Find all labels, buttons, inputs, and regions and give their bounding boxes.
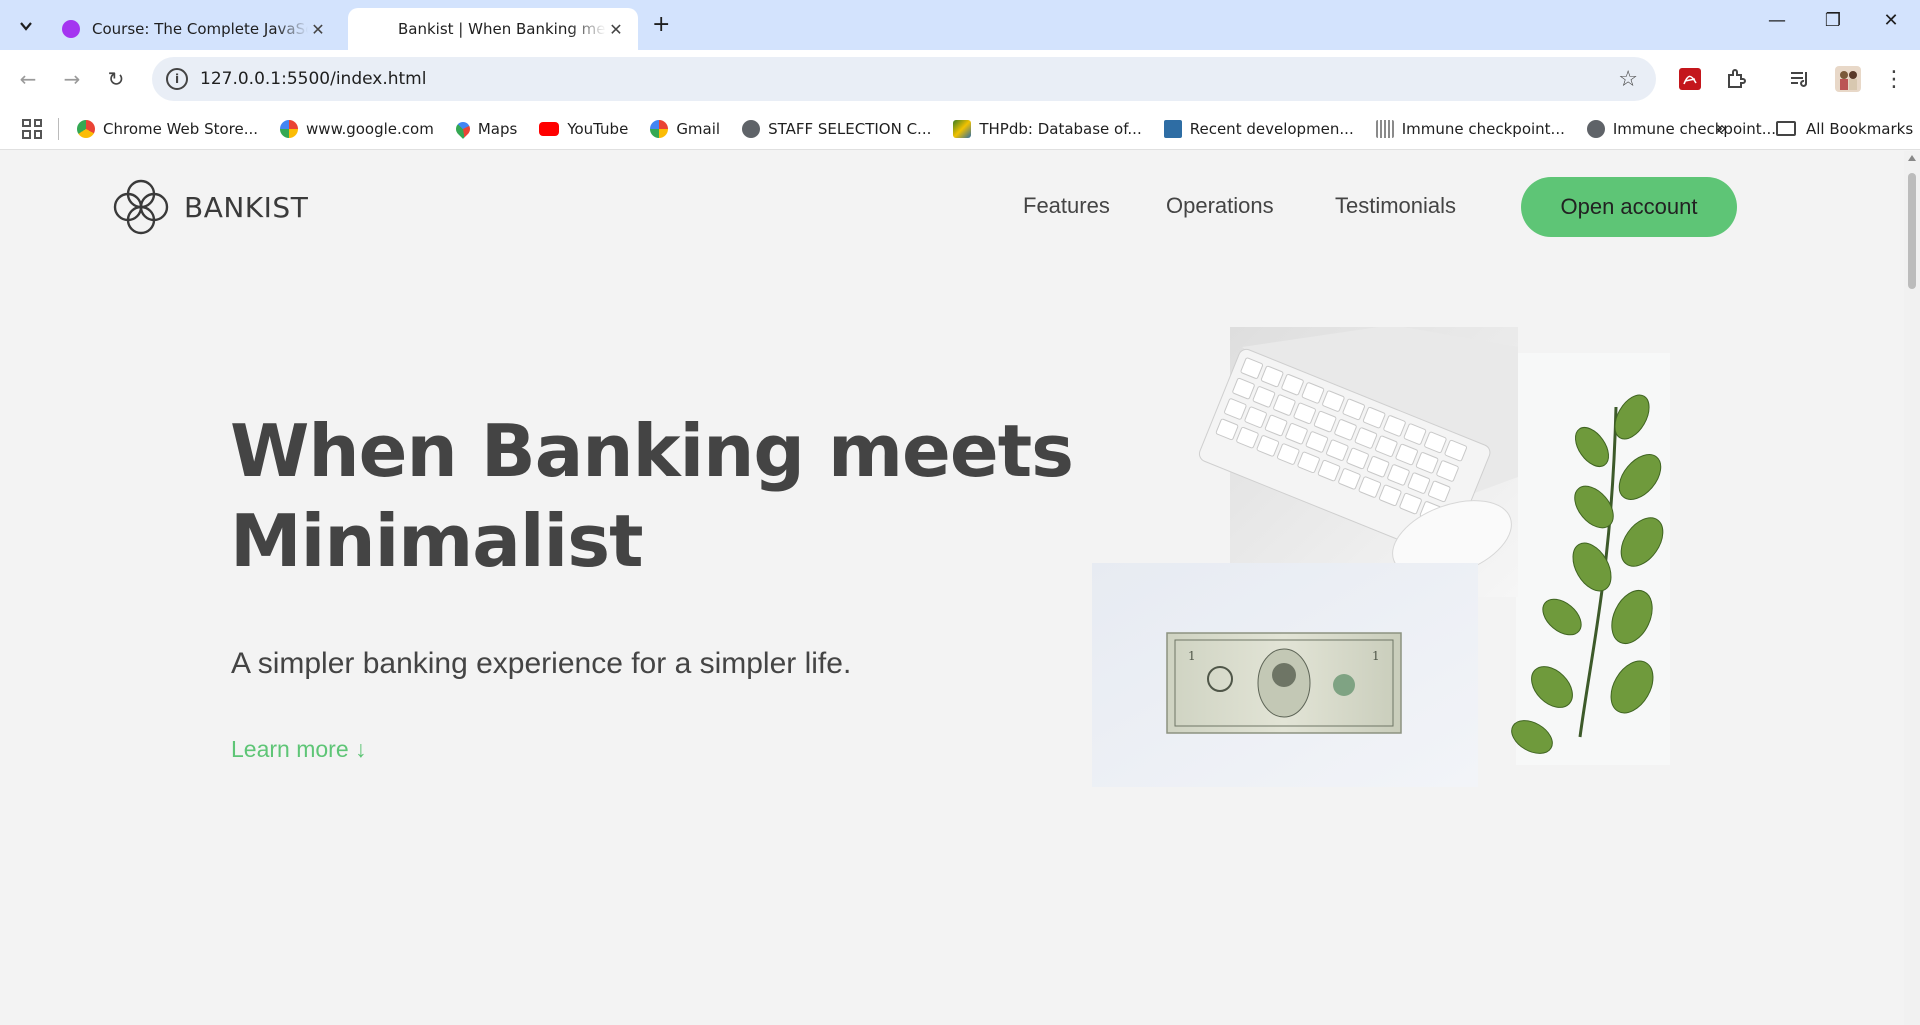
brand-name: BANKIST	[184, 190, 309, 224]
bookmark-maps[interactable]: Maps	[452, 118, 517, 139]
page-viewport: BANKIST Features Operations Testimonials…	[0, 151, 1904, 1025]
plant-photo	[1511, 353, 1670, 765]
close-window-icon[interactable]: ✕	[1868, 10, 1914, 31]
bill-corner-1: 1	[1188, 649, 1196, 663]
reload-icon[interactable]: ↻	[101, 64, 131, 94]
keyboard-photo	[1198, 327, 1518, 597]
chrome-web-store-icon	[77, 119, 95, 138]
apps-grid-icon[interactable]	[22, 118, 42, 139]
nav-link-features[interactable]: Features	[1023, 193, 1110, 219]
hero-subtitle: A simpler banking experience for a simpl…	[231, 647, 852, 680]
hero-illustration: 1 1	[1092, 327, 1670, 787]
hero-word: When	[230, 409, 458, 493]
dollar-photo: 1 1	[1092, 563, 1478, 787]
bookmark-youtube[interactable]: YouTube	[539, 120, 628, 138]
tab-title: Course: The Complete JavaScript	[92, 20, 308, 38]
bookmark-recent-developments[interactable]: Recent developmen...	[1163, 119, 1354, 138]
divider	[58, 117, 59, 140]
all-bookmarks-button[interactable]: All Bookmarks	[1776, 120, 1913, 138]
tab-strip: Course: The Complete JavaScript ✕ Bankis…	[0, 0, 1920, 50]
url-text[interactable]: 127.0.0.1:5500/index.html	[200, 69, 1618, 89]
bookmark-star-icon[interactable]: ☆	[1618, 67, 1638, 92]
bookmark-gmail[interactable]: Gmail	[650, 119, 720, 138]
browser-toolbar: ← → ↻ i 127.0.0.1:5500/index.html ☆ ⋮	[0, 50, 1920, 108]
google-icon	[280, 119, 299, 138]
page-scrollbar[interactable]	[1904, 151, 1920, 1025]
bankist-logo[interactable]: BANKIST	[112, 178, 308, 236]
open-account-button[interactable]: Open account	[1521, 177, 1737, 237]
close-tab-icon[interactable]: ✕	[308, 20, 328, 39]
media-controls-icon[interactable]	[1786, 65, 1814, 93]
scrollbar-thumb[interactable]	[1908, 173, 1916, 289]
restore-icon[interactable]: ❐	[1810, 10, 1856, 31]
pdf-extension-icon[interactable]	[1676, 65, 1704, 93]
tab-course[interactable]: Course: The Complete JavaScript ✕	[50, 8, 340, 50]
tab-search-button[interactable]	[12, 12, 40, 40]
ncbi-icon	[1375, 119, 1394, 138]
learn-more-link[interactable]: Learn more ↓	[231, 736, 367, 763]
tab-bankist[interactable]: Bankist | When Banking meets Minimalist …	[348, 8, 638, 50]
maps-icon	[452, 118, 473, 139]
bookmark-google[interactable]: www.google.com	[280, 119, 434, 138]
tab-title: Bankist | When Banking meets Minimalist	[398, 20, 606, 38]
hero-word: meets	[828, 409, 1074, 493]
chevron-down-icon	[20, 22, 32, 31]
globe-icon	[1586, 119, 1605, 138]
back-icon[interactable]: ←	[13, 64, 43, 94]
bookmark-staff-selection[interactable]: STAFF SELECTION C...	[742, 119, 931, 138]
bookmark-immune-checkpoint-1[interactable]: Immune checkpoint...	[1375, 119, 1565, 138]
bookmark-immune-checkpoint-2[interactable]: Immune checkpoint...	[1586, 119, 1776, 138]
folder-icon	[1776, 121, 1796, 136]
more-bookmarks-icon[interactable]: »	[1716, 118, 1727, 139]
new-tab-icon[interactable]: +	[652, 12, 670, 37]
profile-avatar[interactable]	[1834, 65, 1862, 93]
hero-title: When Banking meets Minimalist	[230, 406, 1074, 586]
address-bar[interactable]: i 127.0.0.1:5500/index.html ☆	[152, 57, 1656, 101]
bookmarks-bar: Chrome Web Store... www.google.com Maps …	[0, 108, 1920, 150]
hero-highlight-banking: Banking	[481, 406, 805, 496]
globe-icon	[742, 119, 761, 138]
bookmark-thpdb[interactable]: THPdb: Database of...	[953, 119, 1142, 138]
udemy-icon	[62, 20, 80, 38]
bookmark-chrome-web-store[interactable]: Chrome Web Store...	[77, 119, 258, 138]
nav-link-operations[interactable]: Operations	[1166, 193, 1274, 219]
bankist-logo-icon	[113, 179, 169, 235]
thpdb-icon	[953, 119, 972, 138]
google-icon	[650, 119, 669, 138]
extensions-puzzle-icon[interactable]	[1722, 65, 1750, 93]
scroll-up-icon[interactable]	[1908, 155, 1916, 161]
forward-icon[interactable]: →	[57, 64, 87, 94]
nav-link-testimonials[interactable]: Testimonials	[1335, 193, 1456, 219]
hero-highlight-minimalist: Minimalist	[230, 496, 644, 586]
more-menu-icon[interactable]: ⋮	[1880, 65, 1908, 93]
close-tab-icon[interactable]: ✕	[606, 20, 626, 39]
site-info-icon[interactable]: i	[166, 68, 188, 90]
bill-corner-1: 1	[1372, 649, 1380, 663]
youtube-icon	[539, 121, 560, 136]
journal-icon	[1163, 119, 1182, 138]
minimize-icon[interactable]: —	[1754, 10, 1800, 31]
